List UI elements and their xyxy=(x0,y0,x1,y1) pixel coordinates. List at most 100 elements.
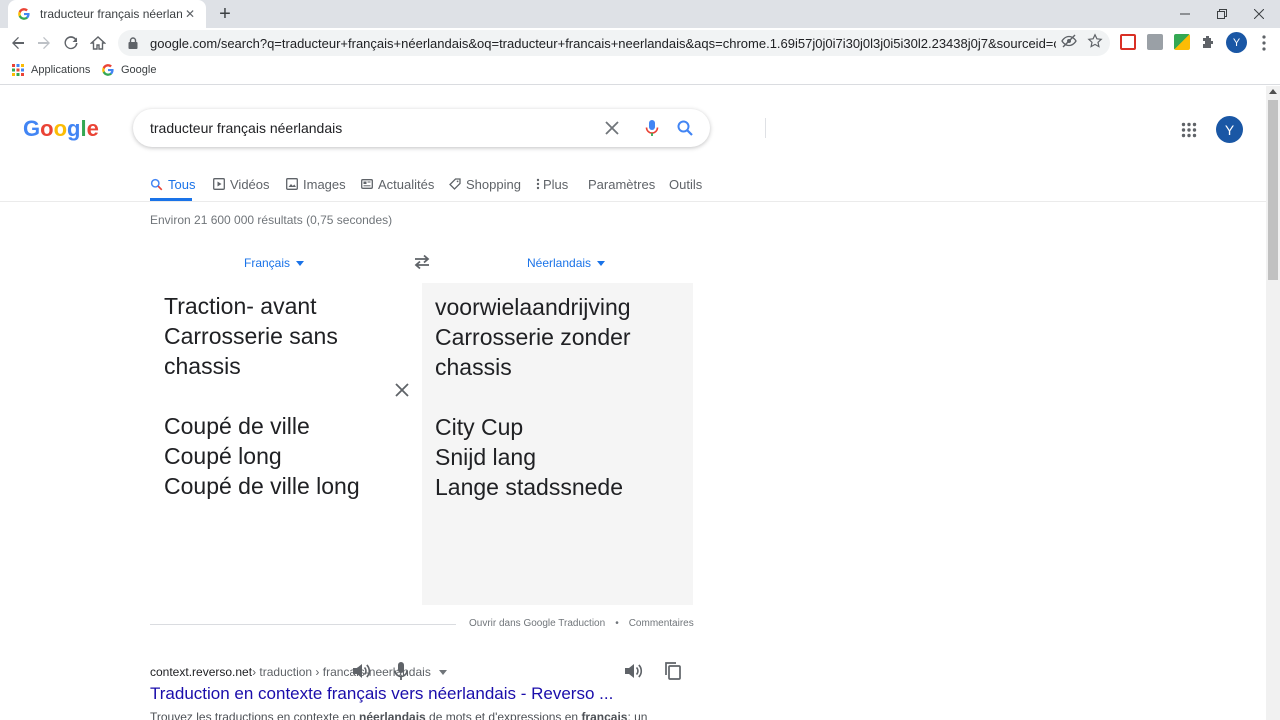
pocket-extension-icon[interactable] xyxy=(1120,34,1136,50)
bookmark-label: Google xyxy=(121,64,157,76)
target-line: voorwielaandrijving xyxy=(435,294,631,320)
result-title-link[interactable]: Traduction en contexte français vers née… xyxy=(150,684,613,704)
tab-settings[interactable]: Paramètres xyxy=(588,175,655,193)
bookmarks-bar: Applications Google xyxy=(0,58,1280,85)
clear-icon[interactable] xyxy=(602,118,622,138)
source-line: Traction- avant xyxy=(164,293,317,319)
forward-icon[interactable] xyxy=(32,31,56,55)
chevron-down-icon[interactable] xyxy=(438,669,447,675)
account-avatar[interactable]: Y xyxy=(1216,116,1243,143)
extensions-puzzle-icon[interactable] xyxy=(1200,34,1216,50)
page-scrollbar[interactable] xyxy=(1266,86,1280,720)
source-line xyxy=(164,381,360,411)
scroll-thumb[interactable] xyxy=(1268,100,1278,280)
footer-separator: • xyxy=(615,618,619,629)
target-line: City Cup xyxy=(435,414,524,440)
tab-all[interactable]: Tous xyxy=(150,175,195,193)
tag-icon xyxy=(449,178,461,190)
tab-label: Images xyxy=(303,176,346,192)
target-line xyxy=(435,382,631,412)
tab-close-icon[interactable]: ✕ xyxy=(182,6,198,22)
translator-divider xyxy=(150,624,456,625)
video-icon xyxy=(213,178,225,190)
source-line: chassis xyxy=(164,353,241,379)
target-line: chassis xyxy=(435,354,512,380)
source-line: Carrosserie sans xyxy=(164,323,338,349)
swap-languages-icon[interactable] xyxy=(412,254,432,270)
google-apps-icon[interactable] xyxy=(1181,122,1197,138)
star-icon[interactable] xyxy=(1087,33,1103,49)
google-logo[interactable]: Google xyxy=(23,116,99,142)
new-tab-button[interactable]: + xyxy=(214,3,236,25)
result-snippet: Trouvez les traductions en contexte en n… xyxy=(150,710,647,720)
search-results-page: Google traducteur français néerlandais Y… xyxy=(0,86,1266,720)
scroll-up-arrow-icon[interactable] xyxy=(1269,89,1277,94)
tab-label: Tous xyxy=(168,176,196,192)
result-cite[interactable]: context.reverso.net › traduction › franc… xyxy=(150,665,447,679)
result-domain: context.reverso.net xyxy=(150,665,253,679)
home-icon[interactable] xyxy=(86,31,110,55)
bookmark-applications[interactable]: Applications xyxy=(11,63,90,77)
reload-icon[interactable] xyxy=(59,31,83,55)
tabs-divider xyxy=(0,201,1266,202)
tab-tools[interactable]: Outils xyxy=(669,175,702,193)
target-line: Snijd lang xyxy=(435,444,537,470)
tab-label: Paramètres xyxy=(588,176,656,192)
source-line: Coupé de ville xyxy=(164,413,310,439)
pdf-extension-icon[interactable] xyxy=(1147,34,1163,50)
image-icon xyxy=(286,178,298,190)
search-input[interactable]: traducteur français néerlandais xyxy=(150,120,342,136)
browser-tab[interactable]: traducteur français néerlandais - ✕ xyxy=(8,0,206,28)
tab-label: Actualités xyxy=(378,176,435,192)
news-icon xyxy=(361,179,373,189)
tab-news[interactable]: Actualités xyxy=(361,175,434,193)
speaker-icon[interactable] xyxy=(622,660,644,682)
tab-shopping[interactable]: Shopping xyxy=(449,175,521,193)
source-language-label: Français xyxy=(244,256,291,270)
browser-toolbar: google.com/search?q=traducteur+français+… xyxy=(0,28,1280,58)
apps-grid-icon xyxy=(12,64,24,76)
search-icon[interactable] xyxy=(675,118,695,138)
clear-source-icon[interactable] xyxy=(391,379,413,401)
search-icon xyxy=(150,178,163,190)
google-favicon-icon xyxy=(102,64,114,76)
target-line: Carrosserie zonder xyxy=(435,324,631,350)
close-window-icon[interactable] xyxy=(1236,0,1280,28)
result-path: › traduction › francais-neerlandais xyxy=(252,665,431,679)
target-language-select[interactable]: Néerlandais xyxy=(527,256,606,270)
tab-title: traducteur français néerlandais - xyxy=(40,7,182,21)
address-bar[interactable]: google.com/search?q=traducteur+français+… xyxy=(118,30,1110,56)
translation-output: voorwielaandrijving Carrosserie zonder c… xyxy=(435,292,631,502)
browser-menu-icon[interactable] xyxy=(1256,33,1272,53)
tab-videos[interactable]: Vidéos xyxy=(213,175,270,193)
more-vert-icon xyxy=(536,178,540,190)
snippet-text: de mots et d'expressions en xyxy=(425,710,582,720)
snippet-bold: français xyxy=(581,710,628,720)
snippet-text: ; un xyxy=(627,710,648,720)
snippet-bold: néerlandais xyxy=(359,710,426,720)
lock-icon xyxy=(128,37,138,49)
tab-strip: traducteur français néerlandais - ✕ + xyxy=(0,0,1280,28)
drive-extension-icon[interactable] xyxy=(1174,34,1190,50)
search-box[interactable]: traducteur français néerlandais xyxy=(133,109,766,147)
back-icon[interactable] xyxy=(6,31,30,55)
microphone-icon[interactable] xyxy=(642,118,662,138)
source-line: Coupé de ville long xyxy=(164,473,360,499)
source-language-select[interactable]: Français xyxy=(244,256,305,270)
tab-more[interactable]: Plus xyxy=(536,175,568,193)
google-favicon-icon xyxy=(16,6,32,22)
tab-images[interactable]: Images xyxy=(286,175,346,193)
tab-label: Outils xyxy=(669,176,703,192)
open-in-translate-link[interactable]: Ouvrir dans Google Traduction xyxy=(469,618,605,629)
source-text-panel[interactable]: Traction- avant Carrosserie sans chassis… xyxy=(150,283,422,680)
profile-avatar[interactable]: Y xyxy=(1226,32,1247,53)
snippet-text: Trouvez les traductions en contexte en xyxy=(150,710,360,720)
feedback-link[interactable]: Commentaires xyxy=(629,618,694,629)
tab-label: Shopping xyxy=(466,176,521,192)
copy-icon[interactable] xyxy=(662,660,684,682)
eye-off-icon[interactable] xyxy=(1061,33,1077,49)
source-textarea[interactable]: Traction- avant Carrosserie sans chassis… xyxy=(164,291,360,501)
bookmark-google[interactable]: Google xyxy=(101,63,156,77)
translator-footer: Ouvrir dans Google Traduction • Commenta… xyxy=(469,618,694,629)
bookmark-label: Applications xyxy=(31,64,91,76)
